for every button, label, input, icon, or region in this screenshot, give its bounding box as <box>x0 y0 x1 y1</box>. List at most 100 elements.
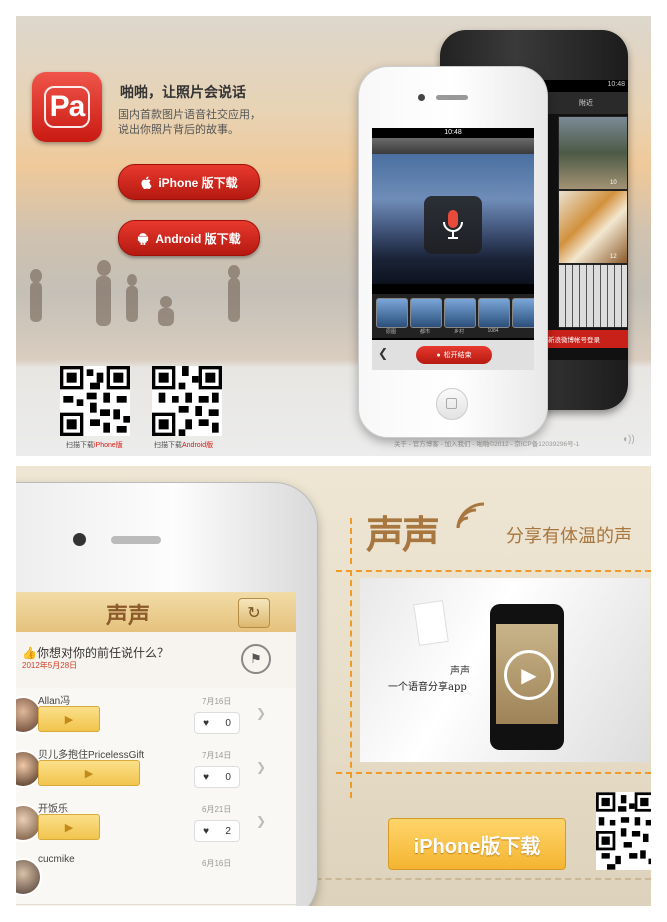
front-camera <box>418 94 425 101</box>
play-video-icon[interactable]: ▶ <box>504 650 554 700</box>
app-header-logo: 声声 <box>106 603 151 629</box>
filter-thumb-4[interactable] <box>478 298 510 328</box>
question-label: 你想对你的前任说什么？ <box>36 646 169 660</box>
user-name: 开饭乐 <box>38 804 68 815</box>
play-voice-button[interactable]: ▶ <box>38 814 100 840</box>
qr-iphone-label-prefix: 扫描下载 <box>66 442 94 449</box>
question-text: 👍你想对你的前任说什么？ <box>22 644 169 661</box>
like-button[interactable]: ♥ 0 <box>194 766 240 788</box>
chevron-right-icon[interactable]: ❯ <box>256 814 266 828</box>
photo-thumb-trees[interactable] <box>558 264 628 328</box>
dashed-line-lower <box>336 772 651 774</box>
promo-video[interactable]: 声声 一个语音分享app ▶ <box>360 578 650 762</box>
papa-promo-panel: Pa 啪啪，让照片会说话 国内首款图片语音社交应用， 说出你照片背后的故事。 i… <box>16 16 651 456</box>
shengsheng-app-screen: 声声 ↻ 👍你想对你的前任说什么？ 2012年5月28日 ⚑ Allan冯 ▶ … <box>16 592 296 906</box>
qr-android-label-highlight: Android版 <box>182 442 214 449</box>
brand-slogan: 分享有体温的声 <box>506 526 632 547</box>
like-button[interactable]: ♥ 0 <box>194 712 240 734</box>
iphone-screen: 10:48 原图 都市 乡村 1084 ❮ ● 松开结束 <box>372 128 534 370</box>
list-item[interactable]: cucmike 6月16日 <box>16 850 296 905</box>
small-mic-icon: ● <box>436 351 441 359</box>
chevron-right-icon[interactable]: ❯ <box>256 706 266 720</box>
filter-thumb-5[interactable] <box>512 298 534 328</box>
filter-label-3: 乡村 <box>453 329 464 335</box>
back-arrow-icon[interactable]: ❮ <box>378 346 388 360</box>
nearby-header: 附近 <box>544 92 628 114</box>
weibo-login-button[interactable]: 新浪微博帐号登录 <box>544 330 628 348</box>
description-line-2: 说出你照片背后的故事。 <box>118 124 239 136</box>
question-date: 2012年5月28日 <box>22 661 78 670</box>
filter-label-2: 都市 <box>419 329 430 335</box>
user-name: cucmike <box>38 854 75 865</box>
android-download-button[interactable]: Android 版下载 <box>118 220 260 256</box>
chevron-right-icon[interactable]: ❯ <box>256 760 266 774</box>
photo-thumb-sushi[interactable] <box>558 190 628 264</box>
filter-strip: 原图 都市 乡村 1084 <box>372 294 534 338</box>
photo-thumb-street[interactable] <box>558 116 628 190</box>
video-tagline: 一个语音分享app <box>388 682 467 693</box>
beach-people-illustration <box>30 260 240 326</box>
post-date: 7月14日 <box>202 751 232 760</box>
sound-wave-logo-icon <box>456 502 485 529</box>
heart-icon: ♥ <box>203 717 210 729</box>
home-square-icon <box>446 398 457 409</box>
qr-code-shengsheng[interactable] <box>596 792 651 870</box>
play-icon: ▶ <box>64 821 74 834</box>
release-to-end-button[interactable]: ● 松开结束 <box>416 346 492 364</box>
qr-android-label-prefix: 扫描下载 <box>154 442 182 449</box>
shengsheng-brand-logo: 声声 <box>366 512 440 557</box>
dashed-line-top <box>350 518 352 564</box>
iphone-download-button[interactable]: iPhone 版下载 <box>118 164 260 200</box>
qr-code-android[interactable] <box>152 366 222 436</box>
filter-thumb-2[interactable] <box>410 298 442 328</box>
iphone-download-button-bottom[interactable]: iPhone版下载 <box>388 818 566 870</box>
dashed-line-left <box>350 570 352 798</box>
iphone-status-time: 10:48 <box>372 128 534 138</box>
shengsheng-promo-panel: 声声 ↻ 👍你想对你的前任说什么？ 2012年5月28日 ⚑ Allan冯 ▶ … <box>16 466 651 906</box>
filter-thumb-1[interactable] <box>376 298 408 328</box>
play-voice-button[interactable]: ▶ <box>38 706 100 732</box>
heart-icon: ♥ <box>203 771 210 783</box>
like-count: 0 <box>225 771 231 783</box>
thumb-count-2: 12 <box>610 254 617 260</box>
filter-label-1: 原图 <box>385 329 396 335</box>
post-date: 6月16日 <box>202 859 232 868</box>
release-label: 松开结束 <box>443 352 472 359</box>
qr-android-label: 扫描下载Android版 <box>154 440 213 450</box>
qr-code-iphone[interactable] <box>60 366 130 436</box>
android-status-bar: 10:48 <box>544 80 628 92</box>
app-title: 啪啪，让照片会说话 <box>120 84 246 100</box>
video-brand-text: 声声 <box>450 666 470 677</box>
filter-thumb-3[interactable] <box>444 298 476 328</box>
iphone-speaker <box>436 95 468 100</box>
filter-label-4: 1084 <box>487 328 499 334</box>
refresh-icon[interactable]: ↻ <box>238 598 270 628</box>
android-icon <box>138 232 149 245</box>
pin-icon[interactable]: ⚑ <box>241 644 271 674</box>
heart-icon: ♥ <box>203 825 210 837</box>
question-card[interactable]: 👍你想对你的前任说什么？ 2012年5月28日 ⚑ <box>16 632 296 689</box>
android-status-time: 10:48 <box>607 81 625 88</box>
like-button[interactable]: ♥ 2 <box>194 820 240 842</box>
android-phone-screen: 10:48 附近 10 12 新浪微博帐号登录 <box>544 80 628 360</box>
sound-wave-icon: ◖)) <box>622 434 635 445</box>
app-description: 国内首款图片语音社交应用， 说出你照片背后的故事。 <box>118 108 278 138</box>
app-header: 声声 ↻ <box>16 592 296 633</box>
qr-iphone-label: 扫描下载iPhone版 <box>66 440 123 450</box>
play-voice-button[interactable]: ▶ <box>38 760 140 786</box>
like-count: 2 <box>225 825 231 837</box>
list-item[interactable]: 开饭乐 ▶ 6月21日 ♥ 2 ❯ <box>16 796 296 851</box>
iphone-bottom-bar: ❮ ● 松开结束 <box>372 340 534 370</box>
large-phone-camera <box>73 533 86 546</box>
iphone-download-label: iPhone 版下载 <box>158 175 238 190</box>
list-item[interactable]: 贝儿多抱住PricelessGift ▶ 7月14日 ♥ 0 ❯ <box>16 742 296 797</box>
papa-app-logo: Pa <box>32 72 102 142</box>
thumb-count-1: 10 <box>610 180 617 186</box>
microphone-icon <box>443 210 463 239</box>
footer-links[interactable]: 关于 - 官方博客 - 加入我们 - 啪啪©2012 - 京ICP备120392… <box>394 438 579 448</box>
list-item[interactable]: Allan冯 ▶ 7月16日 ♥ 0 ❯ <box>16 688 296 743</box>
record-mic[interactable] <box>424 196 482 254</box>
play-icon: ▶ <box>84 767 94 780</box>
android-download-label: Android 版下载 <box>155 231 241 246</box>
like-count: 0 <box>225 717 231 729</box>
